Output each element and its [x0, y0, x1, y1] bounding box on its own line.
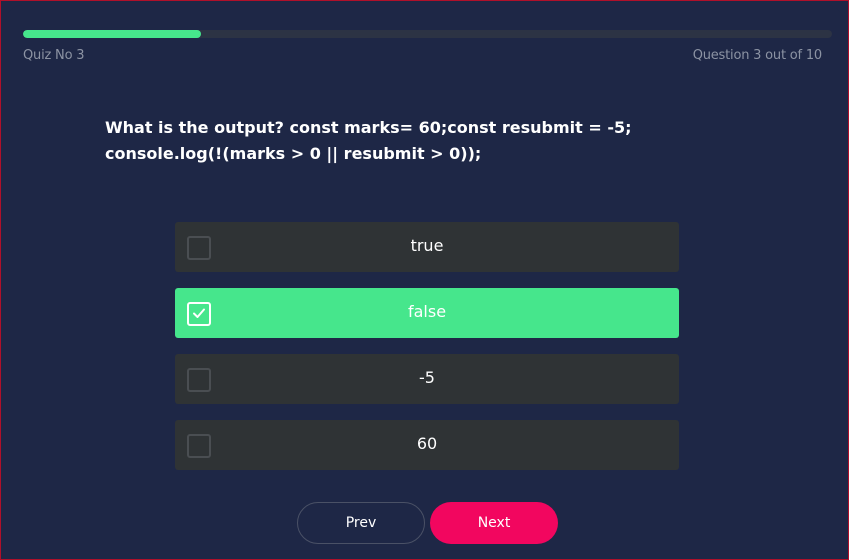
quiz-title: Quiz No 3 — [23, 48, 85, 63]
quiz-card: Quiz No 3 Question 3 out of 10 What is t… — [5, 5, 844, 557]
prev-button[interactable]: Prev — [297, 502, 425, 544]
progress-bar — [23, 30, 832, 38]
option-label: true — [410, 236, 444, 255]
app-frame: Quiz No 3 Question 3 out of 10 What is t… — [0, 0, 849, 560]
progress-fill — [23, 30, 201, 38]
next-button[interactable]: Next — [430, 502, 558, 544]
question-counter: Question 3 out of 10 — [692, 48, 823, 63]
options-list: true false -5 60 — [175, 222, 679, 486]
option-label: false — [407, 302, 447, 321]
option-item[interactable]: false — [175, 288, 679, 338]
option-label: 60 — [416, 434, 438, 453]
option-label: -5 — [419, 368, 435, 387]
option-item[interactable]: 60 — [175, 420, 679, 470]
question-text: What is the output? const marks= 60;cons… — [105, 118, 632, 163]
option-item[interactable]: true — [175, 222, 679, 272]
option-item[interactable]: -5 — [175, 354, 679, 404]
